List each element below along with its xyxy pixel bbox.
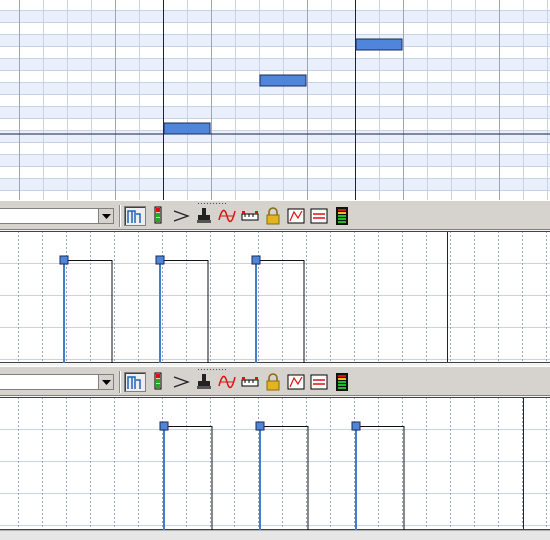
midi-note[interactable] bbox=[259, 74, 307, 87]
event-pulse bbox=[260, 426, 309, 530]
tool-button[interactable] bbox=[124, 372, 146, 392]
midi-note[interactable] bbox=[355, 38, 403, 51]
toolbar-grip[interactable] bbox=[197, 202, 227, 205]
note-row bbox=[0, 178, 550, 190]
tool-button[interactable] bbox=[285, 372, 307, 392]
split-box-icon bbox=[310, 208, 328, 224]
tool-button[interactable] bbox=[308, 372, 330, 392]
event-handle[interactable] bbox=[255, 421, 265, 431]
parameter-select-value bbox=[0, 214, 3, 227]
automation-event[interactable] bbox=[251, 255, 305, 363]
tool-button[interactable] bbox=[239, 372, 261, 392]
tool-button[interactable] bbox=[262, 206, 284, 226]
event-handle[interactable] bbox=[59, 255, 69, 265]
automation-lane-1[interactable] bbox=[0, 231, 550, 363]
bottom-border bbox=[0, 530, 550, 540]
tool-button[interactable] bbox=[216, 372, 238, 392]
automation-curve-icon bbox=[127, 210, 141, 223]
toolbar-grip[interactable] bbox=[197, 368, 227, 371]
parameter-select[interactable] bbox=[0, 374, 114, 390]
wave-line-icon bbox=[218, 209, 236, 223]
tool-button[interactable] bbox=[308, 206, 330, 226]
ruler-icon bbox=[241, 377, 259, 387]
event-pulse bbox=[164, 426, 213, 530]
dropdown-arrow-icon[interactable] bbox=[98, 375, 113, 389]
tool-button[interactable] bbox=[147, 372, 169, 392]
event-pulse bbox=[160, 260, 209, 363]
piano-roll-canvas[interactable] bbox=[0, 0, 550, 200]
tool-button[interactable] bbox=[147, 206, 169, 226]
toolbar-separator bbox=[119, 371, 121, 393]
tool-button[interactable] bbox=[124, 206, 146, 226]
note-row bbox=[0, 10, 550, 22]
wave-line-icon bbox=[218, 375, 236, 389]
split-box-icon bbox=[310, 374, 328, 390]
envelope-box-icon bbox=[287, 374, 305, 390]
event-handle[interactable] bbox=[159, 421, 169, 431]
note-row bbox=[0, 154, 550, 166]
automation-event[interactable] bbox=[155, 255, 209, 363]
envelope-box-icon bbox=[287, 208, 305, 224]
tool-button[interactable] bbox=[170, 372, 192, 392]
parameter-select-value bbox=[0, 380, 3, 393]
event-handle[interactable] bbox=[155, 255, 165, 265]
note-row bbox=[0, 130, 550, 142]
level-meter-icon bbox=[154, 372, 162, 390]
meter-bars-icon bbox=[336, 207, 348, 225]
event-pulse bbox=[256, 260, 305, 363]
greater-than-icon bbox=[173, 210, 190, 222]
meter-bars-icon bbox=[336, 373, 348, 391]
stamp-icon bbox=[197, 208, 211, 223]
event-handle[interactable] bbox=[251, 255, 261, 265]
tool-button[interactable] bbox=[193, 206, 215, 226]
piano-roll-grid[interactable] bbox=[0, 0, 550, 200]
automation-lane-1-canvas[interactable] bbox=[0, 231, 550, 363]
lock-icon bbox=[266, 207, 280, 225]
toolbar-separator bbox=[119, 205, 121, 227]
tool-button[interactable] bbox=[216, 206, 238, 226]
level-meter-icon bbox=[154, 206, 162, 224]
tool-button[interactable] bbox=[331, 372, 353, 392]
midi-note[interactable] bbox=[163, 122, 211, 135]
stamp-icon bbox=[197, 374, 211, 389]
automation-lane-2[interactable] bbox=[0, 397, 550, 530]
dropdown-arrow-icon[interactable] bbox=[98, 209, 113, 223]
parameter-select[interactable] bbox=[0, 208, 114, 224]
note-row bbox=[0, 58, 550, 70]
tool-button[interactable] bbox=[285, 206, 307, 226]
greater-than-icon bbox=[173, 376, 190, 388]
automation-toolbar-2 bbox=[0, 366, 550, 396]
automation-event[interactable] bbox=[59, 255, 113, 363]
note-row bbox=[0, 34, 550, 46]
lock-icon bbox=[266, 373, 280, 391]
automation-curve-icon bbox=[127, 376, 141, 389]
tool-button[interactable] bbox=[262, 372, 284, 392]
event-pulse bbox=[356, 426, 405, 530]
automation-toolbar-1 bbox=[0, 200, 550, 230]
automation-lane-2-canvas[interactable] bbox=[0, 397, 550, 530]
event-handle[interactable] bbox=[351, 421, 361, 431]
tool-button[interactable] bbox=[239, 206, 261, 226]
ruler-icon bbox=[241, 211, 259, 221]
note-row bbox=[0, 106, 550, 118]
tool-button[interactable] bbox=[331, 206, 353, 226]
tool-button[interactable] bbox=[170, 206, 192, 226]
tool-button[interactable] bbox=[193, 372, 215, 392]
event-pulse bbox=[64, 260, 113, 363]
